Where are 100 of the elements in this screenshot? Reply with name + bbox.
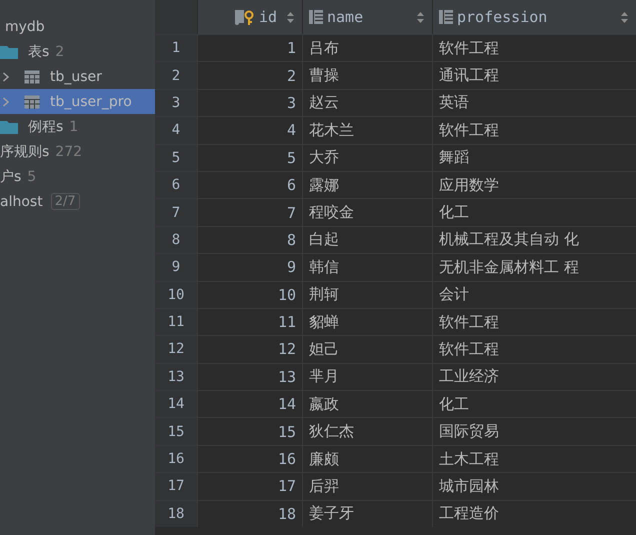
row-number: 15 [155,418,197,445]
table-cell: 妲己 [302,336,432,363]
table-cell: 13 [197,364,302,390]
tree-item[interactable]: tb_user [0,64,155,89]
table-cell: 软件工程 [432,117,636,144]
chevron-icon[interactable] [2,96,10,106]
table-cell: 10 [197,282,302,308]
column-header[interactable]: profession [432,0,636,34]
table-cell: 荆轲 [302,282,432,308]
table-icon [24,94,40,108]
tree-label: alhost [0,194,43,210]
table-cell: 程咬金 [302,199,432,226]
table-cell: 15 [197,418,302,445]
table-cell: 貂蝉 [302,308,432,336]
row-number: 10 [155,282,197,308]
row-number: 13 [155,364,197,390]
row-number: 8 [155,226,197,254]
column-icon [309,10,323,24]
table-cell: 化工 [432,391,636,418]
sort-icon[interactable] [621,12,628,22]
table-cell: 后羿 [302,473,432,500]
table-cell: 3 [197,90,302,116]
table-cell: 软件工程 [432,336,636,363]
column-header[interactable]: name [302,0,432,34]
table-cell: 11 [197,308,302,336]
row-number: 12 [155,336,197,363]
table-cell: 吕布 [302,35,432,62]
table-cell: 5 [197,144,302,171]
tree-item[interactable]: 序规则s 272 [0,139,155,164]
tree-label: tb_user_pro [50,94,132,110]
table-cell: 12 [197,336,302,363]
sort-icon[interactable] [417,12,424,22]
column-icon [439,10,453,24]
column-header[interactable]: id [197,0,302,34]
row-number: 5 [155,144,197,171]
table-cell: 4 [197,117,302,144]
row-number: 4 [155,117,197,144]
table-cell: 8 [197,226,302,254]
table-cell: 曹操 [302,62,432,89]
table-cell: 花木兰 [302,117,432,144]
table-cell: 17 [197,473,302,500]
table-cell: 化工 [432,199,636,226]
table-cell: 英语 [432,90,636,116]
item-count: 1 [69,118,78,134]
tree-item[interactable]: 例程s 1 [0,114,155,139]
table-cell: 城市园林 [432,473,636,500]
row-number: 9 [155,254,197,281]
row-number: 3 [155,90,197,116]
table-cell: 白起 [302,226,432,254]
table-cell: 舞蹈 [432,144,636,171]
column-title: profession [457,8,548,26]
chevron-icon[interactable] [2,72,10,82]
row-number: 16 [155,446,197,472]
table-cell: 赵云 [302,90,432,116]
column-title: name [327,8,364,26]
table-cell: 露娜 [302,172,432,198]
table-cell: 18 [197,500,302,528]
key-column-icon [234,9,255,25]
table-cell: 工程造价 [432,500,636,528]
table-cell: 会计 [432,282,636,308]
table-cell: 应用数学 [432,172,636,198]
row-number: 18 [155,500,197,528]
table-cell: 机械工程及其自动 化 [432,226,636,254]
table-cell: 软件工程 [432,308,636,336]
tree-label: tb_user [50,68,102,84]
tree-item[interactable]: alhost 2/7 [0,189,155,214]
table-cell: 狄仁杰 [302,418,432,445]
folder-icon [0,120,18,134]
tree-item[interactable]: mydb [0,14,155,39]
table-cell: 芈月 [302,364,432,390]
row-number: 1 [155,35,197,62]
table-cell: 廉颇 [302,446,432,472]
tree-item[interactable]: 户s 5 [0,164,155,189]
table-icon [24,70,40,84]
table-cell: 韩信 [302,254,432,281]
row-number: 14 [155,391,197,418]
table-cell: 姜子牙 [302,500,432,528]
table-cell: 无机非金属材料工 程 [432,254,636,281]
tree-label: 序规则s [0,142,50,160]
tree-item[interactable]: 表s 2 [0,39,155,64]
item-count: 272 [55,144,82,160]
table-cell: 7 [197,199,302,226]
item-count: 2 [55,44,64,60]
table-cell: 6 [197,172,302,198]
table-cell: 嬴政 [302,391,432,418]
folder-icon [0,44,18,58]
session-count: 2/7 [50,193,80,210]
table-cell: 大乔 [302,144,432,171]
table-cell: 软件工程 [432,35,636,62]
tree-label: mydb [5,18,45,34]
row-number: 17 [155,473,197,500]
table-cell: 1 [197,35,302,62]
tree-label: 户s [0,168,22,186]
tree-label: 表s [28,42,50,60]
column-title: id [258,8,277,26]
sort-icon[interactable] [287,12,294,22]
table-cell: 国际贸易 [432,418,636,445]
row-number: 11 [155,308,197,336]
table-cell: 16 [197,446,302,472]
item-count: 5 [27,168,36,184]
